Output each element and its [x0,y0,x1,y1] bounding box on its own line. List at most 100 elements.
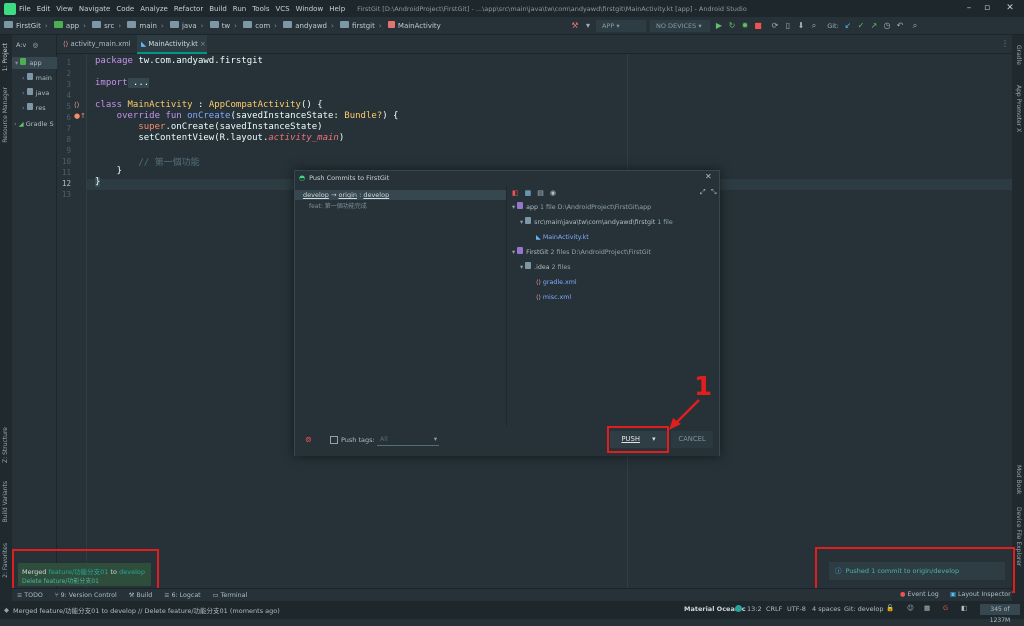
todo-button[interactable]: ≡ TODO [17,592,43,599]
menu-view[interactable]: View [56,5,73,13]
build-button[interactable]: ⚒ Build [129,592,152,599]
status-toggle-icon[interactable]: ◆ [4,606,9,614]
menu-analyze[interactable]: Analyze [140,5,168,13]
avd-manager-icon[interactable]: ▯ [783,20,793,32]
menu-navigate[interactable]: Navigate [79,5,110,13]
git-push-icon[interactable]: ↗ [869,20,879,32]
help-icon[interactable]: ⊚ [305,435,312,444]
event-log-button[interactable]: ● Event Log [900,591,939,598]
eye-icon[interactable]: ◉ [550,189,556,197]
project-view-selector[interactable]: A:v ◎ [16,39,54,51]
tab-activity-main-xml[interactable]: ⟨⟩ activity_main.xml × [59,35,135,67]
tree-node-idea[interactable]: ▾ .idea 2 files [520,262,571,274]
close-window-icon[interactable]: ✕ [996,0,1024,17]
search-everywhere-icon[interactable]: ⌕ [910,20,920,32]
hammer-icon[interactable]: ⚒ [569,20,581,32]
apply-changes-icon[interactable]: ↻ [727,20,737,32]
line-separator[interactable]: CRLF [766,605,782,613]
terminal-button[interactable]: ▭ Terminal [213,592,248,599]
breadcrumb-item[interactable]: FirstGit [16,22,41,30]
caret-position[interactable]: 13:2 [747,605,762,613]
tree-node-firstgit[interactable]: ▾ FirstGit 2 files D:\AndroidProject\Fir… [512,247,651,259]
tree-node-misc-xml[interactable]: ⟨⟩ misc.xml [536,292,571,304]
git-update-icon[interactable]: ↙ [843,20,853,32]
override-gutter-icon[interactable]: ●↑ [74,112,86,120]
memory-indicator[interactable]: 345 of 1237M [980,604,1020,624]
favorites-button[interactable]: 2: Favorites [2,543,9,578]
build-variants-button[interactable]: Build Variants [2,481,9,522]
tree-item-main[interactable]: › main [22,72,57,84]
run-config-dropdown[interactable]: APP ▾ [596,20,646,32]
git-commit-icon[interactable]: ✓ [856,20,866,32]
version-control-button[interactable]: ⑂ 9: Version Control [55,592,117,599]
device-file-explorer-button[interactable]: Device File Explorer [1015,507,1022,566]
sdk-manager-icon[interactable]: ⬇ [796,20,806,32]
sync-icon[interactable]: ⟳ [770,20,780,32]
code-folded-imports[interactable]: ... [127,78,150,88]
logcat-button[interactable]: ≡ 6: Logcat [164,592,200,599]
breadcrumb-item[interactable]: com [255,22,270,30]
menu-vcs[interactable]: VCS [275,5,289,13]
menu-tools[interactable]: Tools [252,5,269,13]
breadcrumb-item[interactable]: java [182,22,197,30]
tree-node-package[interactable]: ▾ src\main\java\tw\com\andyawd\firstgit … [520,217,673,229]
menu-file[interactable]: File [19,5,31,13]
remote-branch[interactable]: develop [363,191,389,199]
chevron-down-icon[interactable]: ▾ [583,20,593,32]
breadcrumb-item[interactable]: src [104,22,114,30]
gradle-button[interactable]: Gradle [1015,45,1022,65]
breadcrumb-item[interactable]: app [66,22,79,30]
run-icon[interactable]: ▶ [714,20,724,32]
menu-code[interactable]: Code [116,5,134,13]
close-dialog-icon[interactable]: ✕ [705,172,712,181]
rollback-icon[interactable]: ↶ [895,20,905,32]
expand-all-icon[interactable]: ⤢ [700,188,706,197]
menu-build[interactable]: Build [209,5,227,13]
search-icon[interactable]: ⌕ [809,20,819,32]
layout-gutter-icon[interactable]: ⟨⟩ [74,101,79,109]
close-tab-icon[interactable]: × [200,40,206,48]
status-message[interactable]: Merged feature/功能分支01 to develop // Dele… [13,605,280,615]
menu-refactor[interactable]: Refactor [174,5,203,13]
breadcrumb-item[interactable]: firstgit [352,22,375,30]
diff-icon[interactable]: ◧ [512,189,519,197]
collapse-all-icon[interactable]: ⤡ [711,188,717,197]
lock-icon[interactable]: 🔓 [886,604,894,612]
file-encoding[interactable]: UTF-8 [787,605,806,613]
commit-item[interactable]: feat: 第一個功能完成 [309,201,367,210]
breadcrumb-item[interactable]: main [139,22,157,30]
breadcrumb-item[interactable]: MainActivity [398,22,441,30]
stop-icon[interactable]: ■ [753,20,763,32]
event-icon[interactable]: ◧ [961,604,967,612]
breadcrumb-item[interactable]: tw [222,22,230,30]
tree-node-mainactivity[interactable]: ◣ MainActivity.kt [536,232,589,244]
debug-icon[interactable]: ✹ [740,20,750,32]
app-promoter-button[interactable]: App Promoter X [1015,85,1022,132]
history-icon[interactable]: ◷ [882,20,892,32]
tree-node-gradle-xml[interactable]: ⟨⟩ gradle.xml [536,277,577,289]
tab-mainactivity-kt[interactable]: ◣ MainActivity.kt × [137,35,207,54]
breadcrumb-item[interactable]: andyawd [295,22,327,30]
group-by-icon[interactable]: ▦ [525,189,532,197]
structure-button[interactable]: Z: Structure [2,427,9,463]
branch-row[interactable]: develop → origin : develop [295,190,506,200]
inspector-icon[interactable]: ☺ [907,604,914,612]
indent-setting[interactable]: 4 spaces [812,605,841,613]
menu-window[interactable]: Window [296,5,324,13]
file-icon[interactable]: ▤ [537,189,544,197]
tree-item-gradle[interactable]: › ◢ Gradle S [14,118,57,130]
git-branch[interactable]: Git: develop [844,605,884,613]
tree-item-java[interactable]: › java [22,87,57,99]
resource-manager-button[interactable]: Resource Manager [2,87,9,143]
push-tags-checkbox[interactable] [330,436,338,444]
menu-help[interactable]: Help [329,5,345,13]
menu-run[interactable]: Run [233,5,246,13]
editor-menu-icon[interactable]: ⋮ [1001,39,1009,48]
tree-item-app[interactable]: ▾ app [12,57,57,69]
cancel-button[interactable]: CANCEL [671,431,713,448]
layout-inspector-button[interactable]: ▣ Layout Inspector [950,591,1011,598]
tree-item-res[interactable]: › res [22,102,57,114]
mod-book-button[interactable]: Mod Book [1015,465,1022,495]
menu-edit[interactable]: Edit [37,5,51,13]
push-tags-select[interactable]: All ▾ [377,434,439,446]
